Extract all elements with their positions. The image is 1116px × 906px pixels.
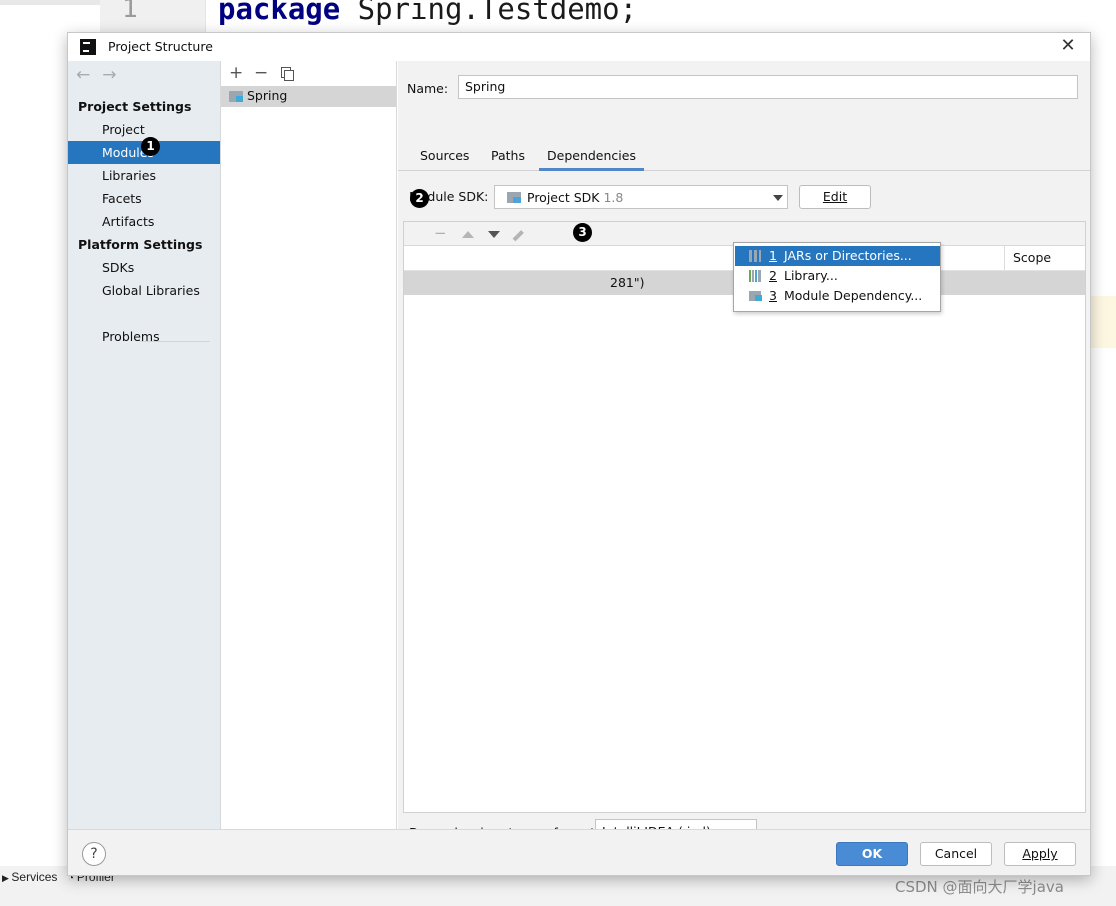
dialog-titlebar: Project Structure ✕: [68, 33, 1090, 61]
popup-item-number: 1: [769, 248, 777, 263]
module-sdk-value: Project SDK: [527, 190, 600, 205]
module-list-toolbar: + −: [221, 61, 396, 85]
module-name: Spring: [247, 88, 288, 103]
step-badge-2: 2: [410, 189, 429, 208]
services-arrow-icon: ▶: [2, 873, 12, 883]
back-arrow-icon[interactable]: ←: [76, 65, 90, 85]
nav-item-global-libraries[interactable]: Global Libraries: [68, 279, 220, 302]
ok-button[interactable]: OK: [836, 842, 908, 866]
copy-module-icon[interactable]: [281, 67, 294, 81]
tab-sources[interactable]: Sources: [420, 148, 469, 171]
jar-icon: [749, 250, 761, 262]
help-button[interactable]: ?: [82, 842, 106, 866]
popup-item-label: Module Dependency...: [784, 288, 923, 303]
module-sdk-select[interactable]: Project SDK 1.8: [494, 185, 788, 209]
name-label: Name:: [407, 81, 449, 96]
nav-item-sdks[interactable]: SDKs: [68, 256, 220, 279]
nav-arrows: ← →: [76, 65, 129, 85]
services-tab-label: Services: [11, 870, 58, 884]
step-badge-1: 1: [141, 137, 160, 156]
chevron-down-icon: [773, 195, 783, 201]
platform-settings-header: Platform Settings: [78, 237, 203, 252]
module-folder-icon: [229, 91, 243, 102]
remove-dependency-icon[interactable]: −: [434, 224, 447, 242]
code-text: Spring.Testdemo;: [340, 0, 638, 26]
library-icon: [749, 270, 761, 282]
intellij-app-icon: [80, 39, 96, 55]
editor-hint-marker: [1090, 296, 1116, 348]
module-icon: [749, 291, 762, 301]
services-tab[interactable]: ▶ Services: [2, 870, 57, 884]
add-module-icon[interactable]: +: [229, 63, 243, 83]
project-structure-dialog: Project Structure ✕ ← → Project Settings …: [67, 32, 1091, 876]
module-sdk-version: 1.8: [603, 190, 624, 205]
popup-item-library[interactable]: 2 Library...: [735, 266, 940, 286]
popup-item-number: 2: [769, 268, 777, 283]
edit-sdk-button[interactable]: Edit: [799, 185, 871, 209]
project-settings-header: Project Settings: [78, 99, 192, 114]
tab-dependencies[interactable]: Dependencies: [539, 148, 644, 171]
code-line[interactable]: package Spring.Testdemo;: [218, 0, 637, 26]
code-keyword: package: [218, 0, 341, 26]
watermark: CSDN @面向大厂学java: [895, 878, 1064, 896]
editor-left-selection: [0, 0, 100, 5]
module-list-panel: + − Spring: [221, 61, 397, 829]
settings-nav: ← → Project Settings Project Modules Libr…: [68, 61, 221, 829]
dependency-row-text: 281"): [610, 275, 645, 290]
module-tabs: Sources Paths Dependencies: [398, 141, 1090, 171]
popup-item-module-dependency[interactable]: 3 Module Dependency...: [735, 286, 940, 306]
popup-item-jars[interactable]: 1 JARs or Directories...: [735, 246, 940, 266]
line-number: 1: [122, 0, 138, 24]
scope-column-header[interactable]: Scope: [1004, 246, 1051, 270]
sdk-folder-icon: [507, 192, 521, 203]
step-badge-3: 3: [573, 223, 592, 242]
add-dependency-popup: 1 JARs or Directories... 2 Library... 3 …: [733, 242, 941, 312]
module-settings-pane: Name: Spring Sources Paths Dependencies …: [398, 61, 1090, 843]
dialog-title: Project Structure: [108, 39, 213, 54]
dialog-button-bar: ? OK Cancel Apply: [68, 829, 1090, 875]
popup-item-label: Library...: [784, 268, 838, 283]
nav-item-libraries[interactable]: Libraries: [68, 164, 220, 187]
popup-item-number: 3: [769, 288, 777, 303]
nav-item-facets[interactable]: Facets: [68, 187, 220, 210]
edit-dependency-icon[interactable]: [512, 230, 524, 242]
move-up-icon[interactable]: [462, 231, 474, 238]
nav-item-project[interactable]: Project: [68, 118, 220, 141]
apply-button-label: Apply: [1022, 846, 1058, 861]
popup-item-label: JARs or Directories...: [784, 248, 912, 263]
cancel-button[interactable]: Cancel: [920, 842, 992, 866]
close-button[interactable]: ✕: [1058, 35, 1078, 57]
nav-item-artifacts[interactable]: Artifacts: [68, 210, 220, 233]
apply-button[interactable]: Apply: [1004, 842, 1076, 866]
forward-arrow-icon[interactable]: →: [102, 65, 116, 85]
move-down-icon[interactable]: [488, 231, 500, 238]
nav-item-problems[interactable]: Problems: [68, 325, 220, 348]
module-name-input[interactable]: Spring: [458, 75, 1078, 99]
module-row-spring[interactable]: Spring: [221, 86, 396, 107]
remove-module-icon[interactable]: −: [254, 63, 268, 83]
tab-paths[interactable]: Paths: [491, 148, 525, 171]
edit-button-label: Edit: [822, 189, 848, 204]
